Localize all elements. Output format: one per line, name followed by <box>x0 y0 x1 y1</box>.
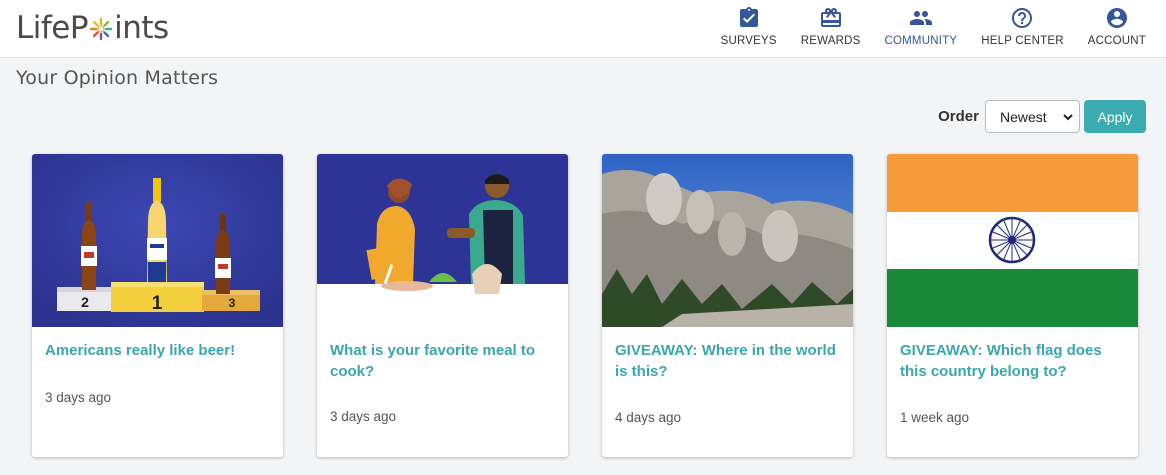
svg-text:1: 1 <box>152 293 163 314</box>
top-header: LifeP ints SURVEYS REWARDS COMMUNITY HEL… <box>0 0 1166 58</box>
sun-logo-icon <box>89 17 113 41</box>
post-card[interactable]: GIVEAWAY: Which flag does this country b… <box>887 154 1138 457</box>
nav-account[interactable]: ACCOUNT <box>1088 6 1146 47</box>
card-time: 3 days ago <box>45 390 112 405</box>
gift-icon <box>820 8 841 27</box>
apply-button[interactable]: Apply <box>1084 100 1146 133</box>
logo-text-left: LifeP <box>16 10 89 46</box>
beer-podium-image[interactable]: 2 1 3 <box>32 154 283 327</box>
post-card[interactable]: 2 1 3 Americans really like beer! 3 days… <box>32 154 283 457</box>
page-title: Your Opinion Matters <box>16 67 219 89</box>
india-flag-image[interactable] <box>887 154 1138 327</box>
svg-text:2: 2 <box>81 294 89 310</box>
mount-rushmore-image[interactable] <box>602 154 853 327</box>
nav-help-center[interactable]: HELP CENTER <box>981 6 1064 47</box>
nav-rewards-label: REWARDS <box>800 35 861 47</box>
card-title[interactable]: Americans really like beer! <box>45 340 270 361</box>
nav-account-label: ACCOUNT <box>1087 35 1146 47</box>
card-time: 3 days ago <box>330 409 397 424</box>
chevron-down-icon <box>1063 113 1073 120</box>
post-card[interactable]: What is your favorite meal to cook? 3 da… <box>317 154 568 457</box>
order-label: Order <box>938 108 979 125</box>
lifepoints-logo[interactable]: LifeP ints <box>16 10 169 46</box>
logo-text-right: ints <box>114 10 169 46</box>
card-time: 1 week ago <box>900 410 970 425</box>
card-title[interactable]: What is your favorite meal to cook? <box>330 340 555 382</box>
order-bar: Order Newest Apply <box>938 100 1146 133</box>
cooking-illustration-image[interactable] <box>317 154 568 327</box>
people-icon <box>909 11 932 25</box>
nav-community-label: COMMUNITY <box>884 35 958 47</box>
order-selected-value: Newest <box>1000 108 1047 125</box>
post-card[interactable]: GIVEAWAY: Where in the world is this? 4 … <box>602 154 853 457</box>
nav-surveys-label: SURVEYS <box>720 35 777 47</box>
order-select[interactable]: Newest <box>985 100 1080 133</box>
nav-community[interactable]: COMMUNITY <box>885 6 958 47</box>
nav-help-center-label: HELP CENTER <box>981 35 1064 47</box>
nav-rewards[interactable]: REWARDS <box>801 6 861 47</box>
svg-text:3: 3 <box>229 296 236 310</box>
card-title[interactable]: GIVEAWAY: Which flag does this country b… <box>900 340 1125 382</box>
card-time: 4 days ago <box>615 410 682 425</box>
nav-surveys[interactable]: SURVEYS <box>721 6 777 47</box>
clipboard-check-icon <box>739 7 758 27</box>
card-title[interactable]: GIVEAWAY: Where in the world is this? <box>615 340 840 382</box>
question-circle-icon <box>1012 8 1033 28</box>
main-nav: SURVEYS REWARDS COMMUNITY HELP CENTER AC… <box>697 6 1146 47</box>
account-circle-icon <box>1106 8 1127 28</box>
